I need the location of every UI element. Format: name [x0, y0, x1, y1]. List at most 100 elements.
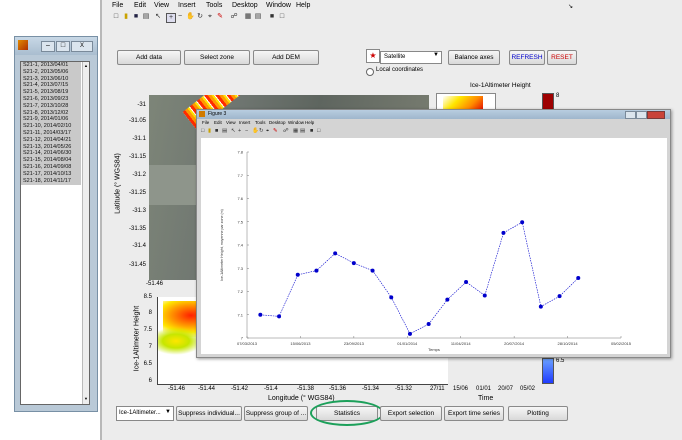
new-file-icon[interactable]: □	[201, 128, 204, 134]
figure-menu-file[interactable]: File	[202, 120, 209, 125]
list-item[interactable]: S21-16, 2014/09/08	[21, 164, 83, 171]
data-point[interactable]	[333, 251, 338, 256]
list-item[interactable]: S21-1, 2013/04/01	[21, 62, 83, 69]
save-icon[interactable]: ■	[132, 13, 140, 21]
zoom-out-icon[interactable]: −	[176, 13, 184, 21]
list-item[interactable]: S21-3, 2013/06/10	[21, 76, 83, 83]
refresh-button[interactable]: REFRESH	[509, 50, 545, 65]
open-folder-icon[interactable]: ▮	[122, 13, 130, 21]
date-list[interactable]: S21-1, 2013/04/01 S21-2, 2013/05/06 S21-3,…	[20, 61, 90, 405]
menu-file[interactable]: File	[112, 2, 123, 9]
link-icon[interactable]: ☍	[283, 128, 289, 134]
list-item[interactable]: S21-7, 2013/10/28	[21, 103, 83, 110]
data-point[interactable]	[295, 272, 300, 277]
figure-menu-edit[interactable]: Edit	[214, 120, 222, 125]
data-point[interactable]	[538, 304, 543, 309]
list-item[interactable]: S21-10, 2014/02/10	[21, 123, 83, 130]
menu-view[interactable]: View	[154, 2, 169, 9]
print-icon[interactable]: ▤	[142, 13, 150, 21]
data-point[interactable]	[482, 293, 487, 298]
balance-axes-button[interactable]: Balance axes	[448, 50, 500, 65]
figure-minimize-button[interactable]	[625, 111, 636, 119]
list-item[interactable]: S21-9, 2014/01/06	[21, 116, 83, 123]
new-file-icon[interactable]: □	[112, 13, 120, 21]
menu-arrow-icon[interactable]: ↘	[568, 3, 573, 10]
variable-select[interactable]: Ice-1Altimeter... ▼	[116, 406, 174, 421]
data-point[interactable]	[314, 268, 319, 273]
colorbar-icon[interactable]: ▦	[244, 13, 252, 21]
show-tools-icon[interactable]: □	[278, 13, 286, 21]
reset-button[interactable]: RESET	[547, 50, 577, 65]
menu-desktop[interactable]: Desktop	[232, 2, 258, 9]
hide-tools-icon[interactable]: ■	[310, 128, 313, 134]
scroll-up-icon[interactable]: ▲	[83, 63, 89, 68]
data-point[interactable]	[501, 230, 506, 235]
figure-menu-insert[interactable]: Insert	[239, 120, 250, 125]
list-item[interactable]: S21-15, 2014/08/04	[21, 157, 83, 164]
list-item[interactable]: S21-18, 2014/11/17	[21, 178, 83, 185]
hide-tools-icon[interactable]: ■	[268, 13, 276, 21]
pan-icon[interactable]: ✋	[186, 13, 195, 21]
rotate-icon[interactable]: ↻	[196, 13, 204, 21]
data-point[interactable]	[464, 279, 469, 284]
list-scrollbar[interactable]: ▲ ▼	[82, 62, 89, 404]
data-point[interactable]	[576, 276, 581, 281]
data-point[interactable]	[407, 331, 412, 336]
menu-edit[interactable]: Edit	[134, 2, 146, 9]
data-point[interactable]	[426, 322, 431, 327]
local-coordinates-radio[interactable]	[366, 68, 374, 76]
close-button[interactable]: X	[71, 41, 93, 52]
legend-icon[interactable]: ▤	[300, 128, 305, 134]
figure-menu-tools[interactable]: Tools	[255, 120, 266, 125]
menu-insert[interactable]: Insert	[178, 2, 196, 9]
figure-close-button[interactable]	[647, 111, 665, 119]
list-item[interactable]: S21-6, 2013/09/23	[21, 96, 83, 103]
data-point[interactable]	[277, 314, 282, 319]
menu-help[interactable]: Help	[296, 2, 310, 9]
menu-tools[interactable]: Tools	[206, 2, 222, 9]
datacursor-icon[interactable]: ⌖	[206, 13, 214, 21]
list-item[interactable]: S21-13, 2014/05/26	[21, 144, 83, 151]
list-item[interactable]: S21-5, 2013/08/19	[21, 89, 83, 96]
suppress-group-button[interactable]: Suppress group of ...	[244, 406, 308, 421]
figure-menu-help[interactable]: Help	[305, 120, 314, 125]
list-item[interactable]: S21-12, 2014/04/21	[21, 137, 83, 144]
maximize-button[interactable]: □	[56, 41, 70, 52]
data-point[interactable]	[351, 261, 356, 266]
list-item[interactable]: S21-2, 2013/05/06	[21, 69, 83, 76]
export-time-series-button[interactable]: Export time series	[444, 406, 504, 421]
export-selection-button[interactable]: Export selection	[380, 406, 442, 421]
add-dem-button[interactable]: Add DEM	[253, 50, 319, 65]
figure-menu-window[interactable]: Window	[288, 120, 304, 125]
colorbar-icon[interactable]: ▦	[293, 128, 298, 134]
menu-window[interactable]: Window	[266, 2, 291, 9]
figure-menu-view[interactable]: View	[226, 120, 236, 125]
suppress-individual-button[interactable]: Suppress individual...	[176, 406, 242, 421]
datacursor-icon[interactable]: ⌖	[266, 128, 269, 135]
list-item[interactable]: S21-4, 2013/07/15	[21, 82, 83, 89]
data-point[interactable]	[389, 295, 394, 300]
select-zone-button[interactable]: Select zone	[184, 50, 250, 65]
scroll-down-icon[interactable]: ▼	[83, 396, 89, 401]
rotate-icon[interactable]: ↻	[259, 128, 264, 134]
data-point[interactable]	[557, 294, 562, 299]
list-item[interactable]: S21-11, 2014/03/17	[21, 130, 83, 137]
pan-icon[interactable]: ✋	[252, 128, 259, 134]
list-item[interactable]: S21-17, 2014/10/13	[21, 171, 83, 178]
data-point[interactable]	[520, 220, 525, 225]
open-folder-icon[interactable]: ▮	[208, 128, 211, 134]
show-tools-icon[interactable]: □	[317, 128, 320, 134]
pointer-icon[interactable]: ↖	[231, 128, 236, 134]
zoom-in-icon[interactable]: +	[166, 13, 176, 23]
brush-icon[interactable]: ✎	[216, 13, 224, 21]
pointer-icon[interactable]: ↖	[154, 13, 162, 21]
save-icon[interactable]: ■	[215, 128, 218, 134]
data-point[interactable]	[445, 297, 450, 302]
print-icon[interactable]: ▤	[222, 128, 227, 134]
data-point[interactable]	[258, 312, 263, 317]
legend-icon[interactable]: ▤	[254, 13, 262, 21]
minimize-button[interactable]: –	[41, 41, 55, 52]
plotting-button[interactable]: Plotting	[508, 406, 568, 421]
zoom-in-icon[interactable]: +	[238, 128, 241, 134]
brush-icon[interactable]: ✎	[273, 128, 278, 134]
